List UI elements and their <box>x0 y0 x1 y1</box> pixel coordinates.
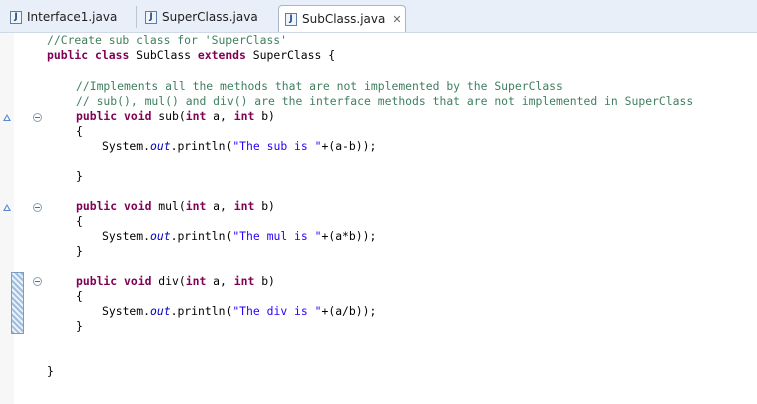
code-text: { <box>76 124 83 138</box>
code-text: +(a*b)); <box>321 229 377 243</box>
keyword: public <box>76 109 118 123</box>
folding-gutter <box>14 33 46 404</box>
override-marker-icon[interactable] <box>3 204 11 211</box>
code-text: System. <box>102 229 151 243</box>
keyword: int <box>185 109 207 123</box>
code-text: System. <box>102 139 151 153</box>
tab-divider <box>136 6 137 28</box>
code-text: b) <box>254 199 275 213</box>
code-text: +(a-b)); <box>321 139 377 153</box>
code-line-brace: } <box>76 319 83 334</box>
collapse-icon[interactable] <box>33 113 42 122</box>
code-line-println-mul: System.out.println("The mul is "+(a*b)); <box>102 229 376 244</box>
static-field: out <box>150 139 171 153</box>
editor-tab-bar: J Interface1.java J SuperClass.java J Su… <box>0 0 757 33</box>
code-text: sub( <box>151 109 186 123</box>
code-line-5: // sub(), mul() and div() are the interf… <box>76 94 693 109</box>
collapse-icon[interactable] <box>33 277 42 286</box>
keyword: class <box>95 48 130 62</box>
code-text: SubClass <box>129 48 198 62</box>
code-line-println-sub: System.out.println("The sub is "+(a-b)); <box>102 139 376 154</box>
code-text: System. <box>102 304 151 318</box>
overview-ruler <box>0 33 14 404</box>
keyword: public <box>76 199 118 213</box>
code-text: .println( <box>170 304 233 318</box>
code-line-brace: } <box>76 244 83 259</box>
code-text: div( <box>151 274 186 288</box>
java-file-icon: J <box>10 10 22 24</box>
keyword: int <box>233 274 255 288</box>
tab-label: Interface1.java <box>27 10 118 24</box>
code-text: b) <box>254 274 275 288</box>
selection-hatch-marker <box>11 272 24 334</box>
code-line-final-brace: } <box>47 364 54 379</box>
code-text: } <box>76 244 83 258</box>
code-text: .println( <box>170 139 233 153</box>
code-text: mul( <box>151 199 186 213</box>
code-text: +(a/b)); <box>321 304 377 318</box>
method-signature-div: public void div(int a, int b) <box>76 274 275 289</box>
static-field: out <box>150 229 171 243</box>
code-text: { <box>76 289 83 303</box>
code-line-4: //Implements all the methods that are no… <box>76 79 563 94</box>
keyword: public <box>47 48 89 62</box>
java-file-icon: J <box>285 12 297 26</box>
tab-interface1-java[interactable]: J Interface1.java <box>4 7 134 27</box>
code-line-1: //Create sub class for 'SuperClass' <box>47 33 287 48</box>
code-line-brace: { <box>76 124 83 139</box>
code-text: } <box>76 169 83 183</box>
tab-subclass-java[interactable]: J SubClass.java ✕ <box>278 5 406 32</box>
code-line-2: public class SubClass extends SuperClass… <box>47 48 335 63</box>
keyword: int <box>185 274 207 288</box>
code-line-brace: { <box>76 289 83 304</box>
java-file-icon: J <box>145 10 157 24</box>
keyword: extends <box>197 48 246 62</box>
code-text: a, <box>206 274 234 288</box>
close-icon[interactable]: ✕ <box>392 13 401 26</box>
keyword: int <box>233 199 255 213</box>
code-text: } <box>47 364 54 378</box>
comment: //Implements all the methods that are no… <box>76 79 563 93</box>
code-text: { <box>76 214 83 228</box>
method-signature-mul: public void mul(int a, int b) <box>76 199 275 214</box>
code-text: } <box>76 319 83 333</box>
override-marker-icon[interactable] <box>3 114 11 121</box>
static-field: out <box>150 304 171 318</box>
tab-superclass-java[interactable]: J SuperClass.java <box>139 7 274 27</box>
code-text: a, <box>206 109 234 123</box>
tab-label: SubClass.java <box>302 12 386 26</box>
code-line-brace: } <box>76 169 83 184</box>
tab-label: SuperClass.java <box>162 10 258 24</box>
comment: // sub(), mul() and div() are the interf… <box>76 94 694 108</box>
code-text: a, <box>206 199 234 213</box>
code-line-println-div: System.out.println("The div is "+(a/b)); <box>102 304 376 319</box>
string-literal: "The div is " <box>232 304 322 318</box>
string-literal: "The sub is " <box>232 139 322 153</box>
comment: //Create sub class for 'SuperClass' <box>47 33 288 47</box>
keyword: void <box>124 199 152 213</box>
code-editor[interactable]: //Create sub class for 'SuperClass' publ… <box>0 33 757 404</box>
collapse-icon[interactable] <box>33 203 42 212</box>
code-line-brace: { <box>76 214 83 229</box>
method-signature-sub: public void sub(int a, int b) <box>76 109 275 124</box>
code-text: b) <box>254 109 275 123</box>
keyword: void <box>124 274 152 288</box>
code-text: SuperClass { <box>245 48 336 62</box>
keyword: void <box>124 109 152 123</box>
string-literal: "The mul is " <box>232 229 322 243</box>
code-text: .println( <box>170 229 233 243</box>
keyword: int <box>233 109 255 123</box>
keyword: int <box>185 199 207 213</box>
keyword: public <box>76 274 118 288</box>
